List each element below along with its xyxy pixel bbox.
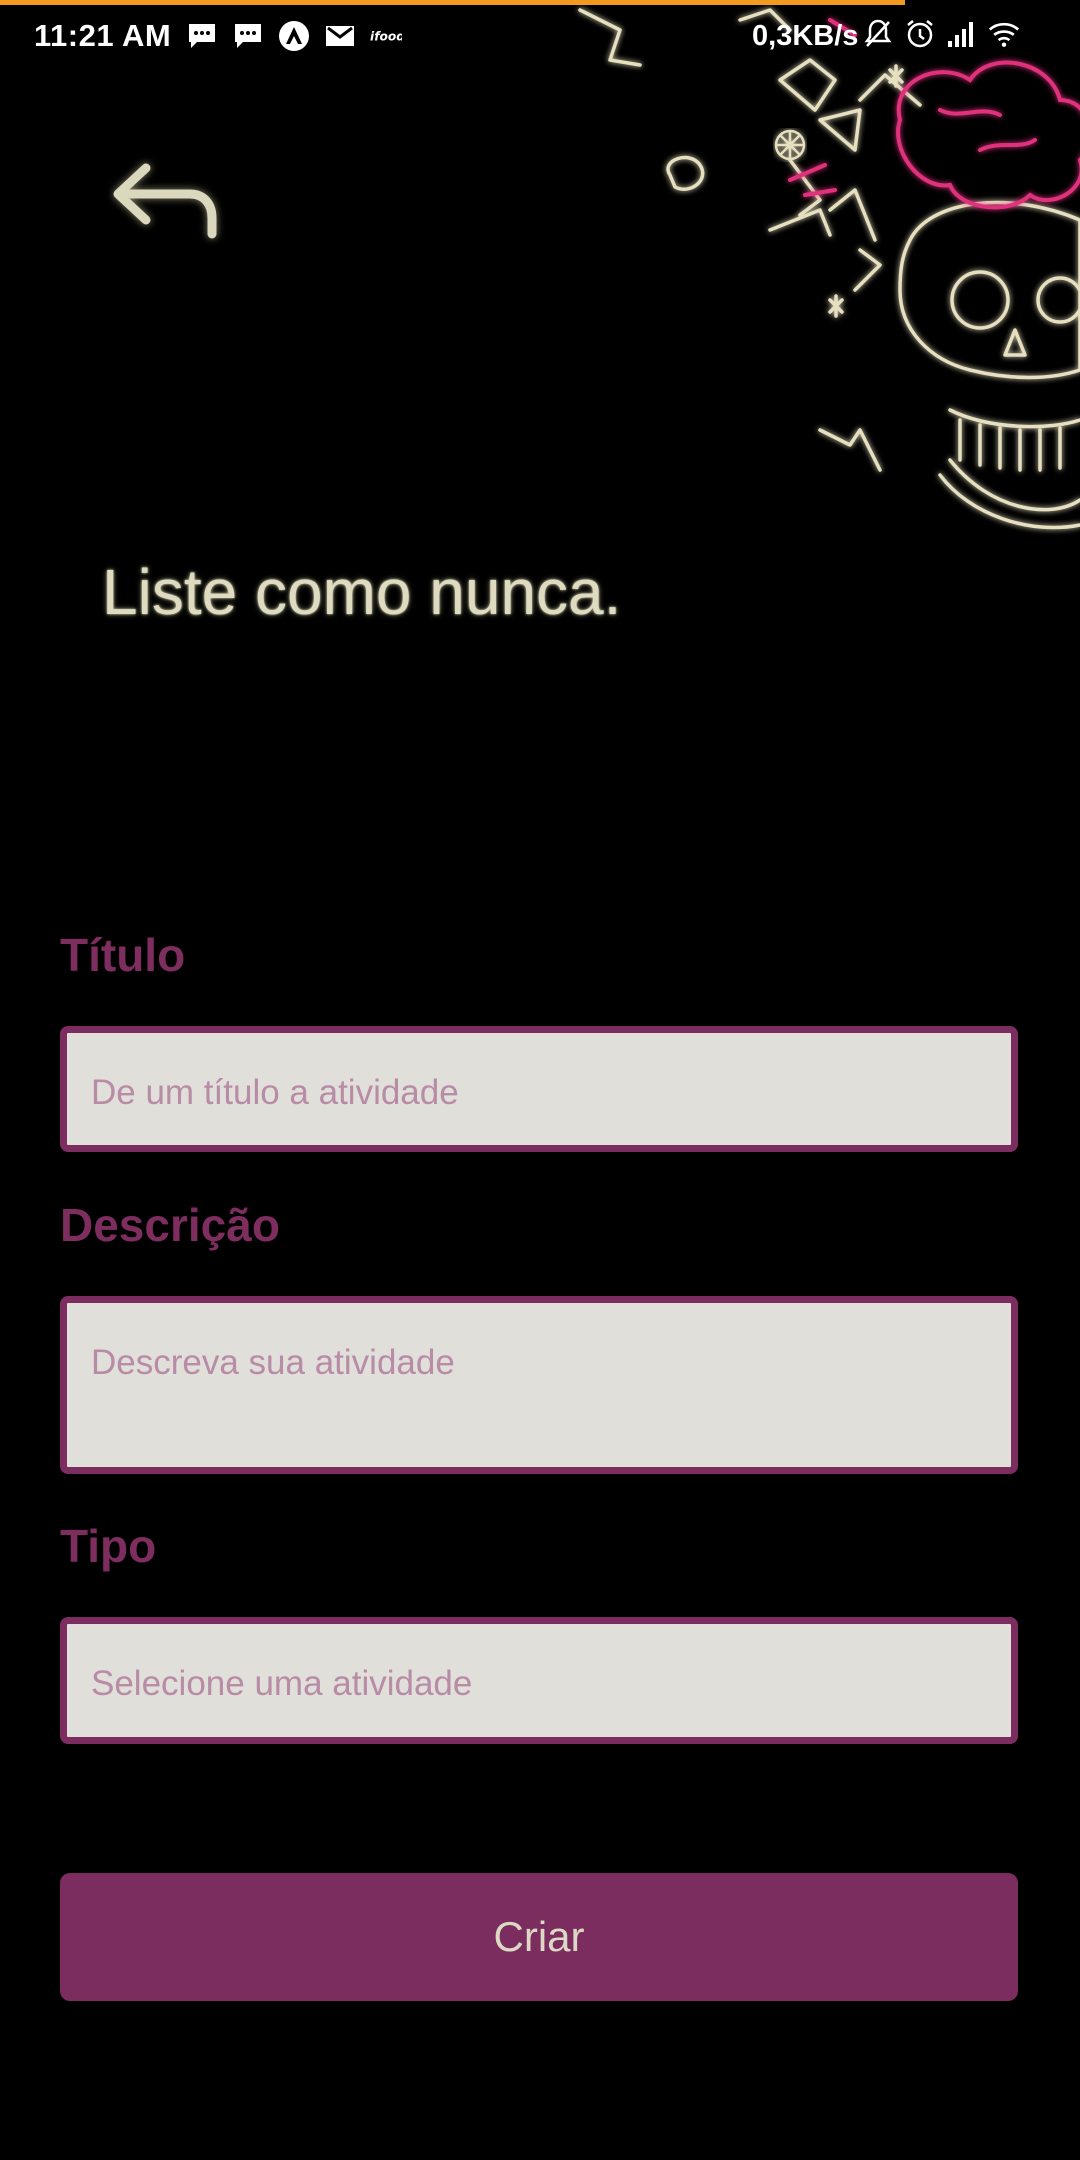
signal-icon [946,18,978,50]
wifi-icon [988,18,1020,50]
gmail-icon [324,20,356,52]
page-headline: Liste como nunca. [102,556,622,628]
vpn-icon [278,20,310,52]
description-input[interactable]: Descreva sua atividade [60,1296,1018,1474]
back-button[interactable] [108,150,228,260]
alarm-icon [904,18,936,50]
status-icons-left: ifood [186,20,402,52]
network-speed: 0,3KB/s [752,20,859,52]
title-input[interactable]: De um título a atividade [60,1026,1018,1152]
description-label: Descrição [60,1199,280,1251]
reply-arrow-icon [113,163,217,239]
message-icon [186,20,218,52]
ifood-icon: ifood [370,20,402,52]
description-placeholder: Descreva sua atividade [91,1343,455,1382]
type-placeholder: Selecione uma atividade [91,1664,473,1703]
screen: 11:21 AM ifood 0,3KB/s Liste como nunca.… [0,0,1080,2160]
title-label: Título [60,929,186,981]
type-select[interactable]: Selecione uma atividade [60,1617,1018,1744]
message-icon [232,20,264,52]
status-time: 11:21 AM [34,18,172,53]
neon-skull-illustration [578,8,1080,530]
status-icons-right [862,18,1020,50]
status-bar: 11:21 AM ifood 0,3KB/s [0,8,1080,64]
title-placeholder: De um título a atividade [91,1073,459,1112]
type-label: Tipo [60,1520,157,1572]
svg-text:ifood: ifood [370,30,402,44]
bell-off-icon [862,18,894,50]
create-button[interactable]: Criar [60,1873,1018,2001]
